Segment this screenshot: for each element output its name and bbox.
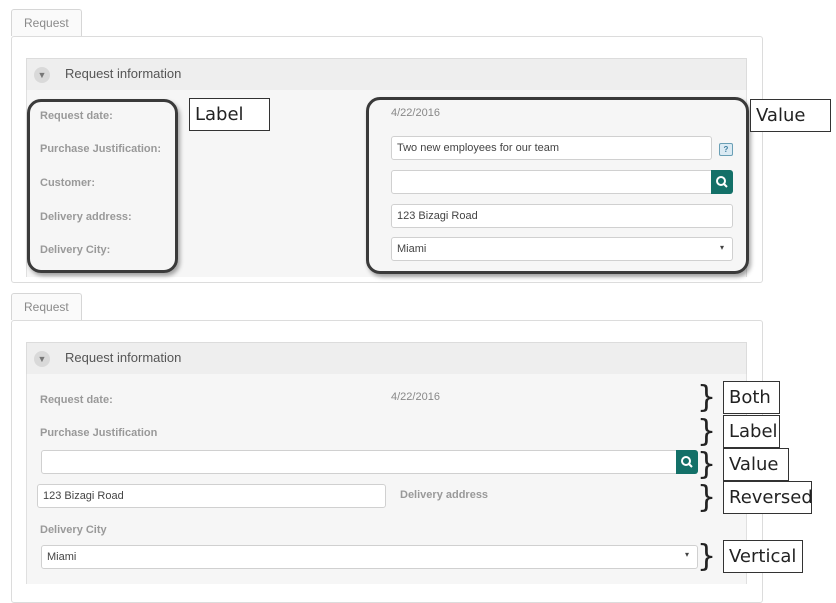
vertical-annotation: Vertical	[723, 540, 803, 573]
search-icon	[681, 456, 693, 468]
value-annotation: Value	[723, 448, 789, 481]
both-annotation: Both	[723, 381, 780, 414]
caret-down-icon: ▾	[685, 550, 690, 559]
chevron-down-icon[interactable]: ▼	[34, 351, 50, 367]
group-title: Request information	[65, 66, 182, 81]
delivery-city-value: Miami	[47, 551, 77, 563]
chevron-down-icon[interactable]: ▼	[34, 67, 50, 83]
label-annotation: Label	[723, 415, 780, 448]
purchase-justification-label: Purchase Justification	[40, 427, 158, 439]
brace-value: }	[697, 447, 717, 482]
delivery-city-label: Delivery City	[40, 524, 107, 536]
label-annotation-outline	[27, 99, 178, 273]
group-header-top[interactable]: ▼ Request information	[26, 58, 747, 91]
delivery-city-select[interactable]: Miami	[41, 545, 698, 569]
brace-label: }	[697, 414, 717, 449]
group-title: Request information	[65, 350, 182, 365]
brace-both: }	[697, 380, 717, 415]
request-date-label: Request date:	[40, 394, 113, 406]
customer-search-input[interactable]	[41, 450, 678, 474]
customer-search-button[interactable]	[676, 450, 698, 474]
delivery-address-input[interactable]: 123 Bizagi Road	[37, 484, 386, 508]
delivery-address-label: Delivery address	[400, 489, 489, 501]
value-annotation-outline	[366, 97, 749, 274]
brace-reversed: }	[697, 480, 717, 515]
group-header-bottom[interactable]: ▼ Request information	[26, 342, 747, 375]
value-annotation: Value	[750, 99, 831, 132]
request-date-value: 4/22/2016	[391, 391, 440, 403]
tab-request-top[interactable]: Request	[11, 9, 82, 36]
label-annotation: Label	[189, 98, 270, 131]
tab-request-bottom[interactable]: Request	[11, 293, 82, 320]
brace-vertical: }	[697, 539, 717, 574]
reversed-annotation: Reversed	[723, 481, 813, 514]
